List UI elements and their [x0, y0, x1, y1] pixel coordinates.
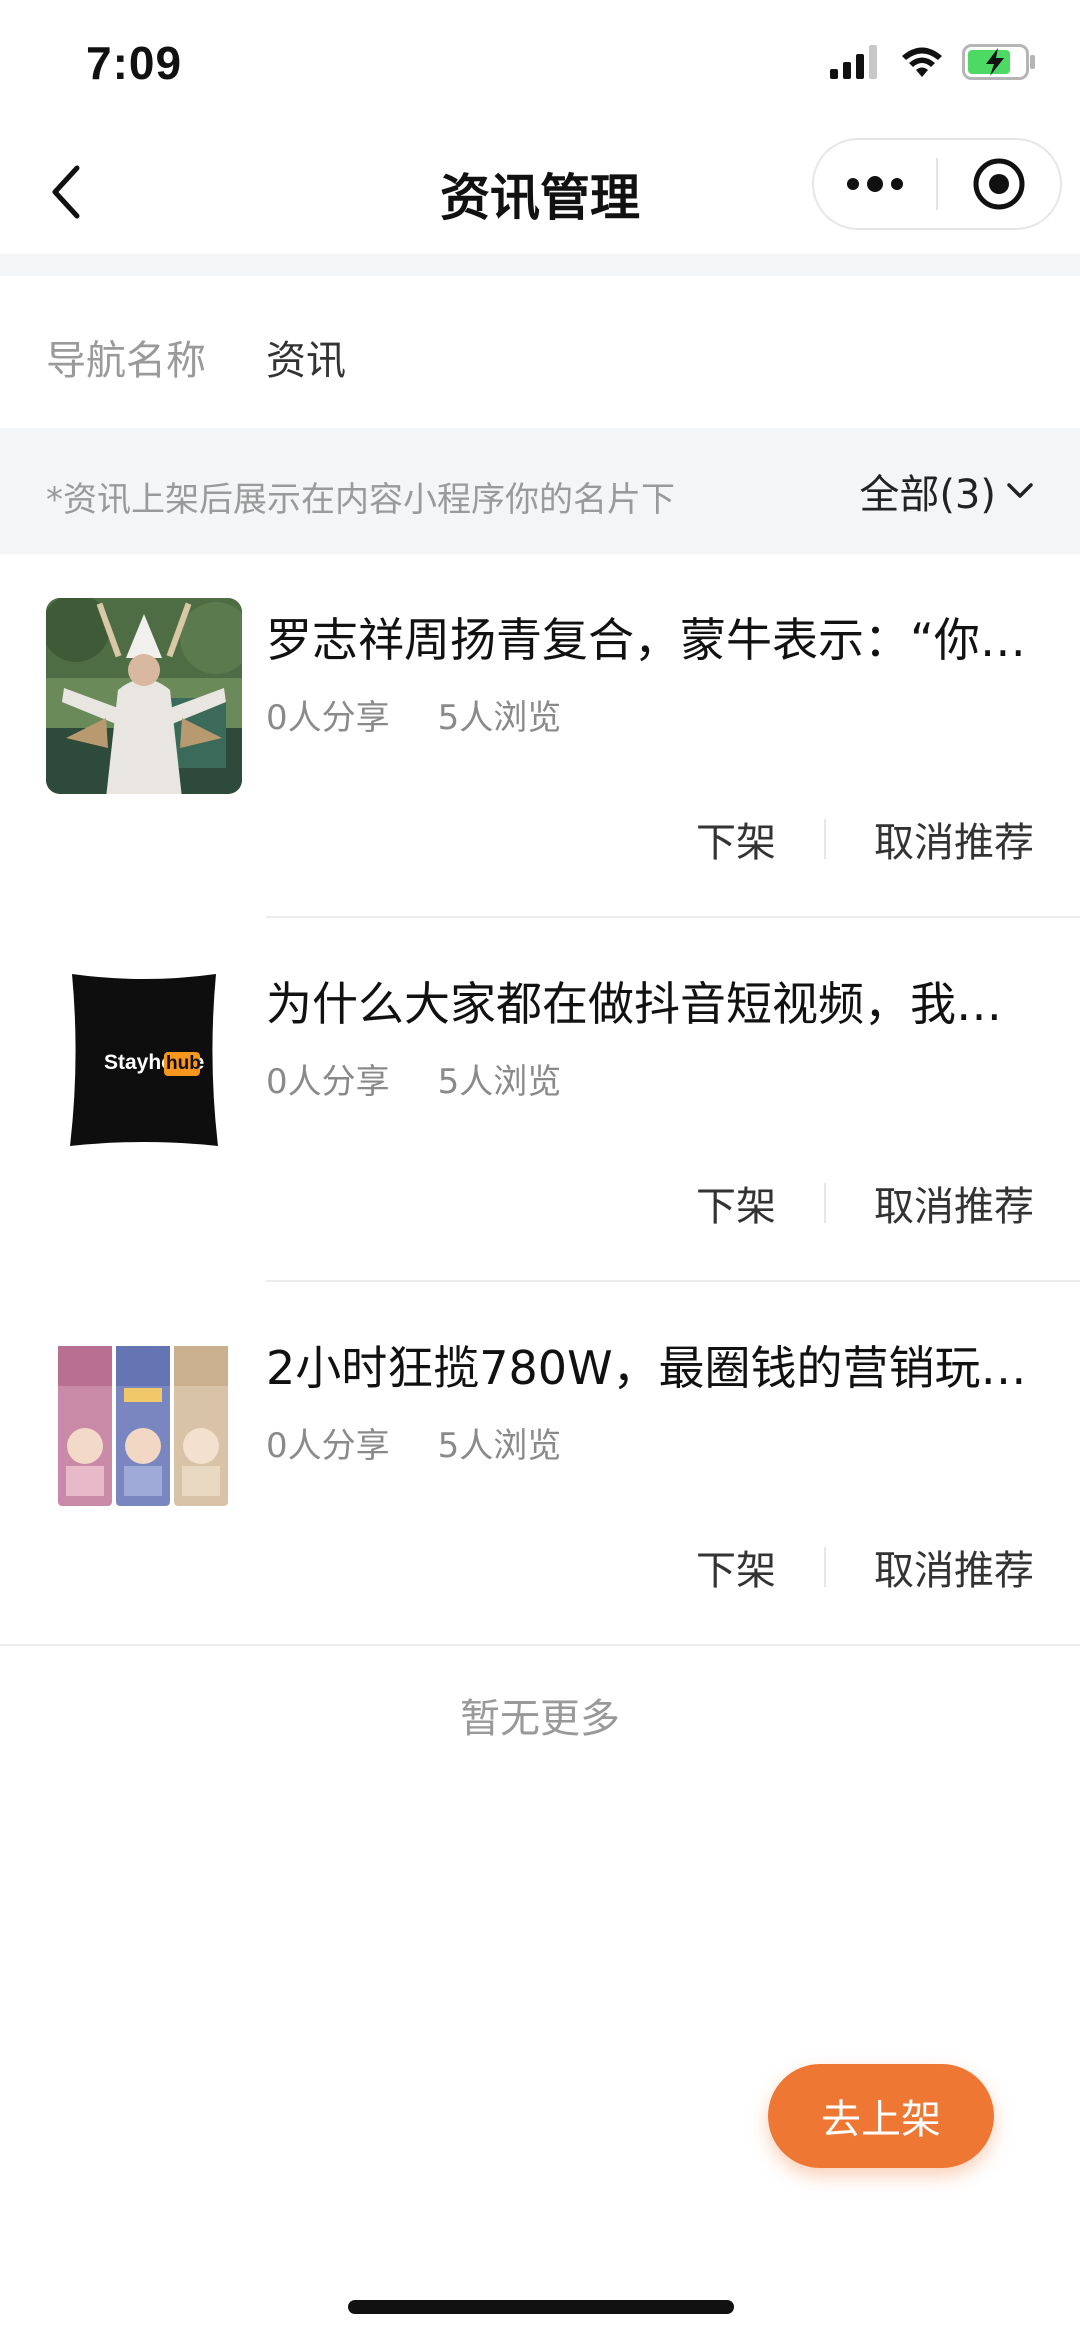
article-thumbnail: Stayhome hub — [46, 962, 242, 1158]
nav-name-row[interactable]: 导航名称 资讯 — [0, 276, 1080, 428]
page: 7:09 资讯管理 导航名称 资讯 *资讯上架后展示在内容小程序你的名片下 全部… — [0, 0, 1080, 2339]
miniprogram-capsule — [812, 138, 1062, 230]
filter-label: 全部(3) — [859, 472, 996, 518]
nav-name-label: 导航名称 — [46, 338, 206, 384]
action-divider — [824, 1547, 826, 1587]
notice-text: *资讯上架后展示在内容小程序你的名片下 — [46, 480, 675, 520]
status-icons — [830, 44, 1036, 80]
article-thumbnail — [46, 598, 242, 794]
wifi-icon — [902, 47, 942, 77]
cellular-signal-icon — [830, 45, 877, 79]
unpublish-button[interactable]: 下架 — [696, 1174, 776, 1232]
share-count: 0人分享 — [266, 698, 390, 738]
cancel-recommend-button[interactable]: 取消推荐 — [874, 1174, 1034, 1232]
status-bar: 7:09 — [0, 0, 1080, 130]
cancel-recommend-button[interactable]: 取消推荐 — [874, 1538, 1034, 1596]
section-gap — [0, 254, 1080, 276]
filter-dropdown[interactable]: 全部(3) — [859, 462, 1034, 520]
article-stats: 0人分享 5人浏览 — [266, 1418, 561, 1467]
view-count: 5人浏览 — [437, 1426, 562, 1466]
notice-bar: *资讯上架后展示在内容小程序你的名片下 全部(3) — [0, 428, 1080, 554]
article-thumbnail-image: Stayhome hub — [46, 962, 242, 1158]
view-count: 5人浏览 — [437, 698, 562, 738]
article-actions: 下架 取消推荐 — [696, 1174, 1034, 1232]
unpublish-button[interactable]: 下架 — [696, 1538, 776, 1596]
share-count: 0人分享 — [266, 1062, 390, 1102]
article-title: 罗志祥周扬青复合，蒙牛表示：“你… — [266, 613, 1026, 667]
nav-bar: 资讯管理 — [0, 130, 1080, 254]
home-indicator — [348, 2300, 734, 2314]
article-item[interactable]: 2小时狂揽780W，最圈钱的营销玩… 0人分享 5人浏览 下架 取消推荐 — [0, 1282, 1080, 1646]
article-item[interactable]: 罗志祥周扬青复合，蒙牛表示：“你… 0人分享 5人浏览 下架 取消推荐 — [0, 554, 1080, 918]
article-actions: 下架 取消推荐 — [696, 810, 1034, 868]
view-count: 5人浏览 — [437, 1062, 562, 1102]
article-stats: 0人分享 5人浏览 — [266, 1054, 561, 1103]
target-close-icon — [973, 158, 1025, 210]
more-button[interactable] — [814, 140, 936, 228]
share-count: 0人分享 — [266, 1426, 390, 1466]
article-stats: 0人分享 5人浏览 — [266, 690, 561, 739]
unpublish-button[interactable]: 下架 — [696, 810, 776, 868]
article-item[interactable]: Stayhome hub 为什么大家都在做抖音短视频，我… 0人分享 5人浏览 … — [0, 918, 1080, 1282]
go-publish-button[interactable]: 去上架 — [768, 2064, 994, 2168]
cancel-recommend-button[interactable]: 取消推荐 — [874, 810, 1034, 868]
more-dots-icon — [847, 176, 903, 192]
article-title: 为什么大家都在做抖音短视频，我… — [266, 977, 1002, 1031]
article-title: 2小时狂揽780W，最圈钱的营销玩… — [266, 1341, 1027, 1395]
status-time: 7:09 — [86, 37, 183, 89]
thumb-brand-badge: hub — [166, 1053, 201, 1074]
article-thumbnail-image — [46, 1326, 242, 1522]
item-divider — [0, 1644, 1080, 1646]
battery-charging-icon — [962, 44, 1035, 80]
close-miniprogram-button[interactable] — [938, 140, 1060, 228]
article-thumbnail — [46, 1326, 242, 1522]
action-divider — [824, 1183, 826, 1223]
article-actions: 下架 取消推荐 — [696, 1538, 1034, 1596]
action-divider — [824, 819, 826, 859]
no-more-text: 暂无更多 — [460, 1696, 620, 1742]
article-list: 罗志祥周扬青复合，蒙牛表示：“你… 0人分享 5人浏览 下架 取消推荐 Stay… — [0, 554, 1080, 1646]
chevron-down-icon — [1007, 483, 1033, 498]
article-thumbnail-image — [46, 598, 242, 794]
nav-name-value: 资讯 — [266, 338, 346, 384]
